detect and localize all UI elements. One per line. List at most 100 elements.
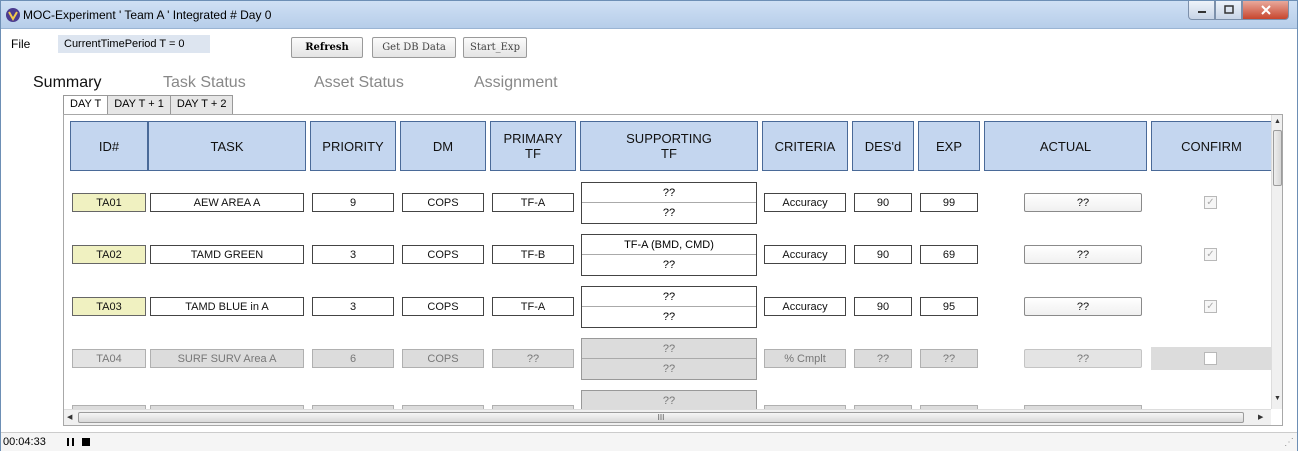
task-id-button[interactable]: TA01 <box>72 193 146 212</box>
supporting-tf-cell[interactable]: TF-A (BMD, CMD)?? <box>581 234 757 276</box>
supporting-tf-line-1[interactable]: ?? <box>582 183 756 203</box>
refresh-button[interactable]: Refresh <box>291 37 363 58</box>
maximize-button[interactable] <box>1215 1 1242 20</box>
criteria-cell: Accuracy <box>764 297 846 316</box>
dm-cell: COPS <box>402 349 484 368</box>
task-name-cell: SURF SURV Area A <box>150 349 304 368</box>
stop-icon[interactable] <box>82 438 90 446</box>
scroll-down-icon[interactable]: ▼ <box>1274 395 1281 402</box>
task-grid: ID# TASK PRIORITY DM PRIMARY TF SUPPORTIN… <box>64 115 1272 409</box>
dm-cell: COPS <box>402 297 484 316</box>
tab-assignment[interactable]: Assignment <box>474 74 558 92</box>
desd-cell: 90 <box>854 193 912 212</box>
confirm-checkbox[interactable] <box>1204 352 1217 365</box>
task-name-cell: TAMD GREEN <box>150 245 304 264</box>
header-task: TASK <box>148 121 306 171</box>
scroll-up-icon[interactable]: ▲ <box>1274 118 1281 125</box>
actual-field[interactable]: ?? <box>1024 297 1142 316</box>
primary-tf-cell: ?? <box>492 349 574 368</box>
confirm-checkbox[interactable]: ✓ <box>1204 248 1217 261</box>
actual-field[interactable]: ?? <box>1024 245 1142 264</box>
supporting-tf-line-1[interactable]: ?? <box>582 287 756 307</box>
status-bar: 00:04:33 ⋰ <box>1 432 1297 451</box>
criteria-cell: Accuracy <box>764 245 846 264</box>
confirm-checkbox[interactable]: ✓ <box>1204 300 1217 313</box>
priority-cell: 3 <box>312 245 394 264</box>
minimize-button[interactable] <box>1188 1 1215 20</box>
supporting-tf-cell-partial[interactable]: ?? <box>581 390 757 409</box>
window-title: MOC-Experiment ' Team A ' Integrated # D… <box>23 8 272 22</box>
app-logo-icon <box>6 8 20 22</box>
window-controls <box>1188 1 1289 21</box>
tab-summary[interactable]: Summary <box>33 74 101 92</box>
vertical-scrollbar[interactable]: ▲ ▼ <box>1271 115 1282 409</box>
pause-icon[interactable] <box>67 438 74 446</box>
app-window: MOC-Experiment ' Team A ' Integrated # D… <box>0 0 1298 451</box>
exp-cell: 69 <box>920 245 978 264</box>
title-bar[interactable]: MOC-Experiment ' Team A ' Integrated # D… <box>1 1 1297 29</box>
task-name-cell: AEW AREA A <box>150 193 304 212</box>
supporting-tf-cell[interactable]: ???? <box>581 182 757 224</box>
header-desd: DES'd <box>852 121 914 171</box>
desd-cell: 90 <box>854 297 912 316</box>
confirm-checkbox[interactable]: ✓ <box>1204 196 1217 209</box>
vertical-scroll-thumb[interactable] <box>1273 130 1282 186</box>
task-id-button[interactable]: TA03 <box>72 297 146 316</box>
horizontal-scrollbar[interactable]: ◀ III ▶ <box>64 409 1271 425</box>
tab-asset-status[interactable]: Asset Status <box>314 74 404 92</box>
primary-tf-cell: TF-A <box>492 297 574 316</box>
header-actual: ACTUAL <box>984 121 1147 171</box>
scroll-left-icon[interactable]: ◀ <box>67 413 72 421</box>
minimize-icon <box>1197 11 1206 13</box>
exp-cell: 95 <box>920 297 978 316</box>
criteria-cell: % Cmplt <box>764 349 846 368</box>
header-confirm: CONFIRM <box>1151 121 1272 171</box>
actual-field[interactable]: ?? <box>1024 349 1142 368</box>
primary-tf-cell: TF-A <box>492 193 574 212</box>
task-id-button[interactable]: TA04 <box>72 349 146 368</box>
summary-panel: ID# TASK PRIORITY DM PRIMARY TF SUPPORTIN… <box>63 114 1283 426</box>
supporting-tf-line-1[interactable]: ?? <box>582 339 756 359</box>
get-db-data-button[interactable]: Get DB Data <box>372 37 456 58</box>
criteria-cell: Accuracy <box>764 193 846 212</box>
priority-cell: 6 <box>312 349 394 368</box>
elapsed-time: 00:04:33 <box>3 436 46 448</box>
close-button[interactable] <box>1242 1 1289 20</box>
menu-bar: File CurrentTimePeriod T = 0 Refresh Get… <box>1 30 1297 60</box>
supporting-tf-line-2[interactable]: ?? <box>582 359 756 379</box>
resize-grip-icon[interactable]: ⋰ <box>1284 437 1294 448</box>
header-dm: DM <box>400 121 486 171</box>
horizontal-scroll-thumb[interactable]: III <box>78 412 1244 423</box>
supporting-tf-cell[interactable]: ???? <box>581 286 757 328</box>
header-primary-tf: PRIMARY TF <box>490 121 576 171</box>
supporting-tf-line-2[interactable]: ?? <box>582 255 756 275</box>
current-time-period: CurrentTimePeriod T = 0 <box>58 35 210 53</box>
supporting-tf-line-2[interactable]: ?? <box>582 307 756 327</box>
header-id: ID# <box>70 121 148 171</box>
start-exp-button[interactable]: Start_Exp <box>463 37 527 58</box>
actual-field[interactable]: ?? <box>1024 193 1142 212</box>
menu-file[interactable]: File <box>11 37 30 51</box>
task-name-cell: TAMD BLUE in A <box>150 297 304 316</box>
tab-day-t[interactable]: DAY T <box>63 95 109 115</box>
close-icon <box>1260 5 1271 15</box>
tab-day-t-plus-2[interactable]: DAY T + 2 <box>170 95 234 115</box>
header-exp: EXP <box>918 121 980 171</box>
header-supporting-tf: SUPPORTING TF <box>580 121 758 171</box>
priority-cell: 9 <box>312 193 394 212</box>
tab-day-t-plus-1[interactable]: DAY T + 1 <box>108 95 171 115</box>
scroll-right-icon[interactable]: ▶ <box>1258 413 1263 421</box>
priority-cell: 3 <box>312 297 394 316</box>
maximize-icon <box>1223 5 1234 14</box>
supporting-tf-line-1[interactable]: ?? <box>582 391 756 409</box>
desd-cell: 90 <box>854 245 912 264</box>
supporting-tf-line-2[interactable]: ?? <box>582 203 756 223</box>
tab-task-status[interactable]: Task Status <box>163 74 246 92</box>
header-priority: PRIORITY <box>310 121 396 171</box>
supporting-tf-cell[interactable]: ???? <box>581 338 757 380</box>
task-id-button[interactable]: TA02 <box>72 245 146 264</box>
day-tabs: DAY T DAY T + 1 DAY T + 2 <box>63 95 234 115</box>
header-criteria: CRITERIA <box>762 121 848 171</box>
supporting-tf-line-1[interactable]: TF-A (BMD, CMD) <box>582 235 756 255</box>
exp-cell: ?? <box>920 349 978 368</box>
